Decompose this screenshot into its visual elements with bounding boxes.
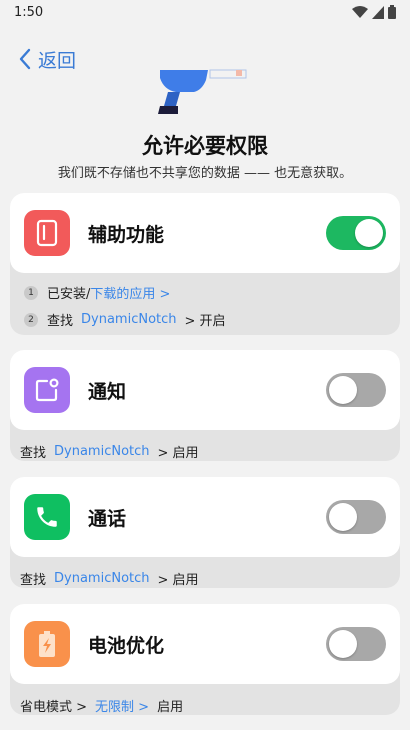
status-bar: 1:50 bbox=[0, 0, 410, 24]
back-button[interactable]: 返回 bbox=[18, 46, 76, 72]
battery-charge-icon bbox=[39, 631, 55, 657]
battery-group: 电池优化 省电模式 > 无限制 > 启用 bbox=[10, 604, 400, 715]
accessibility-label: 辅助功能 bbox=[88, 223, 165, 246]
notification-toggle[interactable] bbox=[326, 373, 386, 407]
battery-icon bbox=[388, 5, 396, 19]
phone-frame-icon bbox=[36, 219, 58, 247]
signal-icon bbox=[372, 5, 384, 19]
person-illustration bbox=[158, 69, 247, 114]
battery-card: 电池优化 bbox=[10, 604, 400, 684]
accessibility-step-1: 1 已安装/ 下载的应用 > bbox=[24, 283, 170, 302]
step-suffix: > 开启 bbox=[184, 314, 226, 329]
call-group: 通话 查找 DynamicNotch > 启用 bbox=[10, 477, 400, 588]
call-app-icon bbox=[24, 494, 70, 540]
step-number: 1 bbox=[24, 285, 38, 300]
toggle-knob bbox=[329, 503, 357, 531]
accessibility-group: 辅助功能 1 已安装/ 下载的应用 > 2 查找 DynamicNotch > … bbox=[10, 193, 400, 335]
app-name-link[interactable]: DynamicNotch bbox=[81, 312, 177, 327]
notification-hint: 查找 DynamicNotch > 启用 bbox=[20, 442, 199, 461]
accessibility-card: 辅助功能 bbox=[10, 193, 400, 273]
chevron-left-icon bbox=[19, 48, 31, 70]
toggle-knob bbox=[355, 219, 383, 247]
page-title: 允许必要权限 bbox=[142, 134, 268, 158]
hint-suffix: > 启用 bbox=[157, 446, 199, 461]
page-subtitle: 我们既不存储也不共享您的数据 —— 也无意获取。 bbox=[57, 166, 353, 181]
call-card: 通话 bbox=[10, 477, 400, 557]
battery-label: 电池优化 bbox=[88, 634, 165, 657]
accessibility-step-2: 2 查找 DynamicNotch > 开启 bbox=[24, 310, 226, 329]
notification-app-icon bbox=[24, 367, 70, 413]
unrestricted-link[interactable]: 无限制 > bbox=[95, 696, 149, 715]
status-icons bbox=[352, 5, 396, 19]
installed-apps-link[interactable]: 下载的应用 > bbox=[90, 283, 170, 302]
hint-prefix: 查找 bbox=[20, 573, 47, 588]
status-time: 1:50 bbox=[14, 4, 44, 20]
step-text: 已安装/ bbox=[47, 287, 91, 302]
notification-group: 通知 查找 DynamicNotch > 启用 bbox=[10, 350, 400, 461]
notification-card: 通知 bbox=[10, 350, 400, 430]
call-hint: 查找 DynamicNotch > 启用 bbox=[20, 569, 199, 588]
call-toggle[interactable] bbox=[326, 500, 386, 534]
hint-suffix: 启用 bbox=[157, 700, 184, 715]
call-label: 通话 bbox=[88, 507, 127, 530]
notification-icon bbox=[35, 378, 59, 402]
battery-app-icon bbox=[24, 621, 70, 667]
hint-prefix: 查找 bbox=[20, 446, 47, 461]
notification-label: 通知 bbox=[88, 380, 127, 403]
app-name-link[interactable]: DynamicNotch bbox=[54, 571, 150, 586]
phone-icon bbox=[37, 507, 57, 527]
toggle-knob bbox=[329, 630, 357, 658]
step-prefix: 查找 bbox=[47, 314, 74, 329]
app-name-link[interactable]: DynamicNotch bbox=[54, 444, 150, 459]
step-number: 2 bbox=[24, 312, 38, 327]
battery-hint: 省电模式 > 无限制 > 启用 bbox=[20, 696, 183, 715]
accessibility-toggle[interactable] bbox=[326, 216, 386, 250]
back-label: 返回 bbox=[38, 49, 77, 72]
hint-suffix: > 启用 bbox=[157, 573, 199, 588]
wifi-icon bbox=[352, 5, 368, 18]
battery-toggle[interactable] bbox=[326, 627, 386, 661]
toggle-knob bbox=[329, 376, 357, 404]
hint-prefix: 省电模式 > bbox=[20, 700, 88, 715]
accessibility-app-icon bbox=[24, 210, 70, 256]
